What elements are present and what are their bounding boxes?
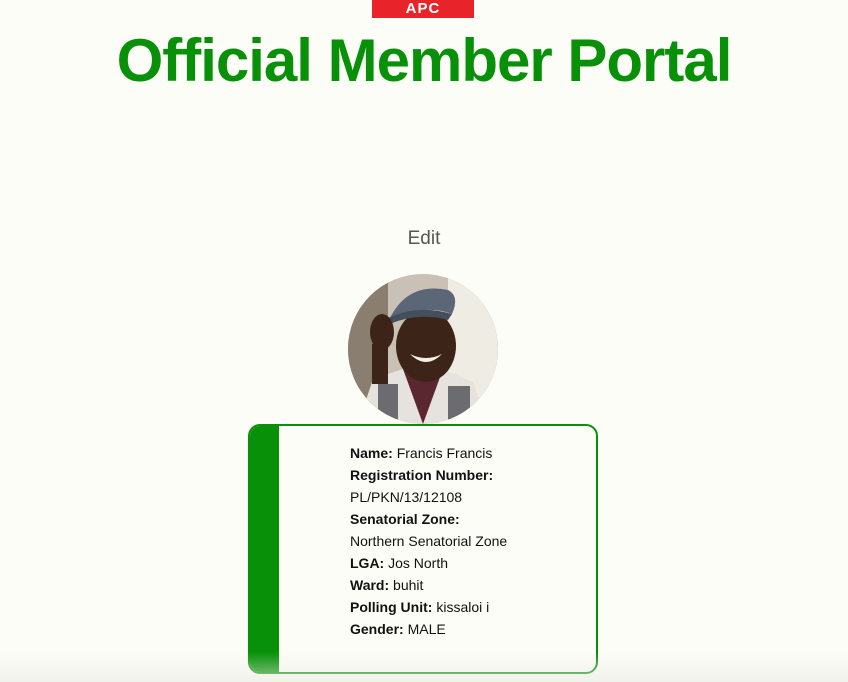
avatar [348,274,498,424]
ward-value: buhit [393,577,424,593]
zone-row: Senatorial Zone: Northern Senatorial Zone [350,508,590,552]
gender-label: Gender: [350,621,404,637]
lga-label: LGA: [350,555,385,571]
lga-value: Jos North [388,555,449,571]
bottom-fade [0,652,848,682]
apc-logo: APC [372,0,474,18]
name-row: Name: Francis Francis [350,442,590,464]
page-title: Official Member Portal [116,27,733,94]
edit-button[interactable]: Edit [0,228,848,250]
zone-value: Northern Senatorial Zone [350,533,508,549]
card-accent-bar [250,426,279,672]
polling-unit-value: kissaloi i [436,599,490,615]
profile-photo-icon [348,274,498,424]
polling-unit-row: Polling Unit: kissaloi i [350,596,590,618]
ward-row: Ward: buhit [350,574,590,596]
gender-value: MALE [407,621,446,637]
reg-label: Registration Number: [350,467,494,483]
gender-row: Gender: MALE [350,618,590,640]
lga-row: LGA: Jos North [350,552,590,574]
name-value: Francis Francis [396,445,493,461]
polling-unit-label: Polling Unit: [350,599,433,615]
zone-label: Senatorial Zone: [350,511,460,527]
ward-label: Ward: [350,577,390,593]
member-details-card: Name: Francis Francis Registration Numbe… [248,424,598,674]
member-details: Name: Francis Francis Registration Numbe… [350,442,590,640]
reg-row: Registration Number: PL/PKN/13/12108 [350,464,590,508]
reg-value: PL/PKN/13/12108 [350,489,463,505]
name-label: Name: [350,445,393,461]
